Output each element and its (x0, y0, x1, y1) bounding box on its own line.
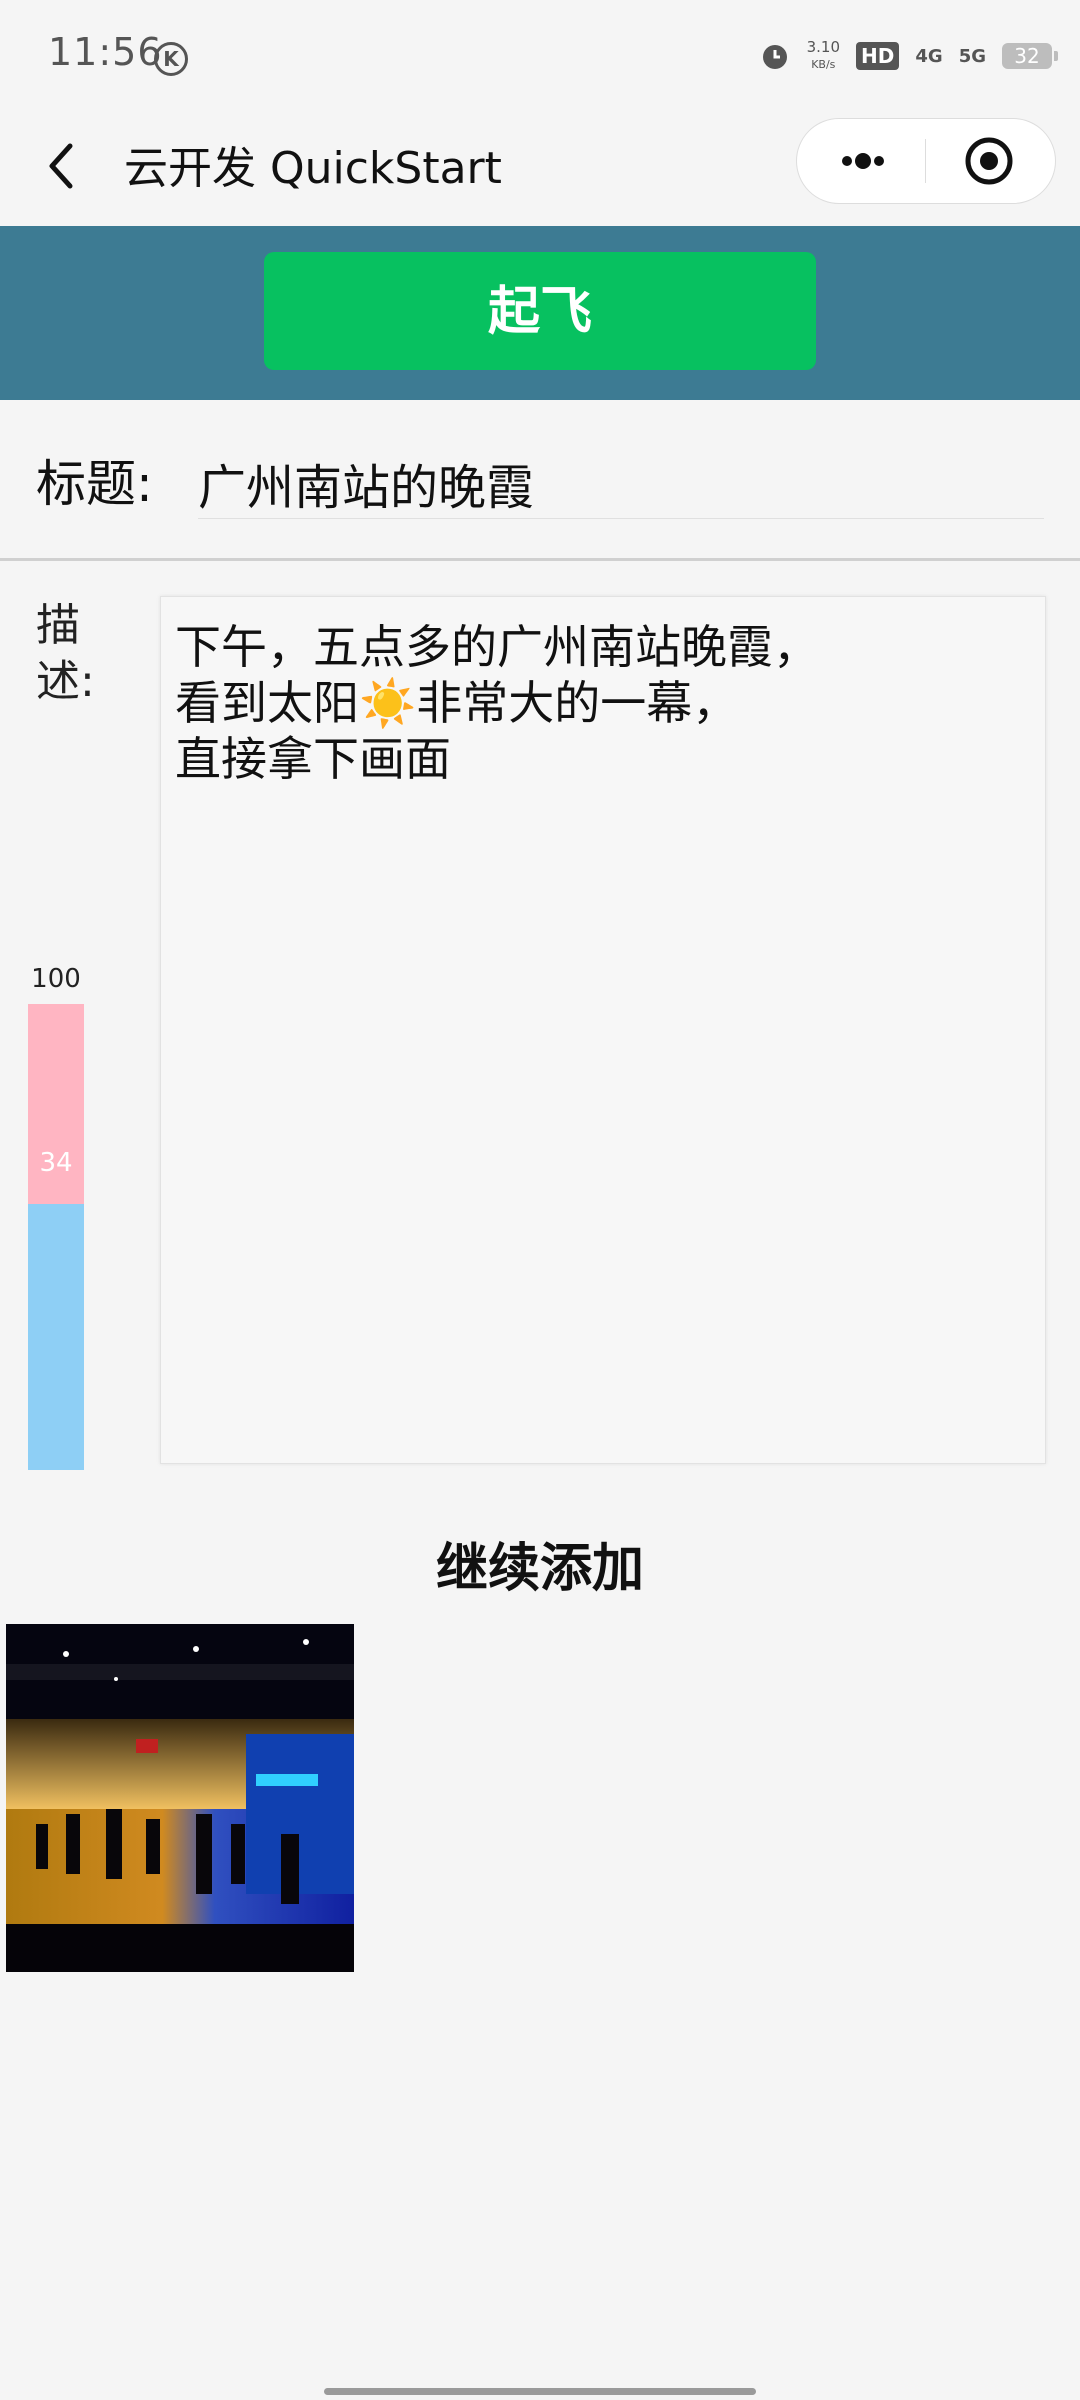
more-icon[interactable] (833, 143, 893, 179)
status-time: 11:56 (48, 30, 163, 74)
progress-max-label: 100 (31, 964, 81, 994)
miniprogram-capsule (796, 118, 1056, 204)
status-bar: 11:56 K 3.10 KB/s HD 4G 5G 32 (0, 0, 1080, 110)
home-indicator[interactable] (324, 2388, 756, 2395)
nav-bar: 云开发 QuickStart (0, 110, 1080, 226)
title-row: 标题: 广州南站的晚霞 (0, 400, 1080, 560)
description-textarea[interactable]: 下午，五点多的广州南站晚霞， 看到太阳☀️非常大的一幕， 直接拿下画面 (160, 596, 1046, 1464)
page-title: 云开发 QuickStart (124, 143, 502, 194)
hd-icon: HD (856, 42, 900, 70)
signal-5g-icon: 5G (958, 45, 986, 67)
network-speed: 3.10 KB/s (806, 38, 841, 71)
station-photo-image (6, 1624, 354, 1972)
back-arrow-icon[interactable] (40, 136, 80, 196)
k-badge-icon: K (154, 42, 188, 76)
capsule-divider (925, 139, 926, 183)
status-icons: 3.10 KB/s HD 4G 5G 32 (759, 34, 1058, 78)
description-label: 描述: (36, 600, 95, 707)
close-miniprogram-icon[interactable] (963, 135, 1015, 187)
progress-bar: 34 (28, 1004, 84, 1470)
hero-banner: 起飞 (0, 226, 1080, 400)
continue-add-button[interactable]: 继续添加 (0, 1526, 1080, 1601)
progress-value-label: 34 (39, 1148, 73, 1178)
signal-4g-icon: 4G (915, 45, 943, 67)
takeoff-button[interactable]: 起飞 (264, 252, 816, 370)
title-label: 标题: (36, 455, 153, 513)
battery-icon: 32 (1002, 43, 1058, 69)
description-line: 直接拿下画面 (175, 732, 451, 786)
title-input[interactable]: 广州南站的晚霞 (198, 448, 1044, 519)
uploaded-photo[interactable] (6, 1624, 354, 1972)
divider (0, 558, 1080, 561)
alarm-icon (762, 45, 787, 69)
